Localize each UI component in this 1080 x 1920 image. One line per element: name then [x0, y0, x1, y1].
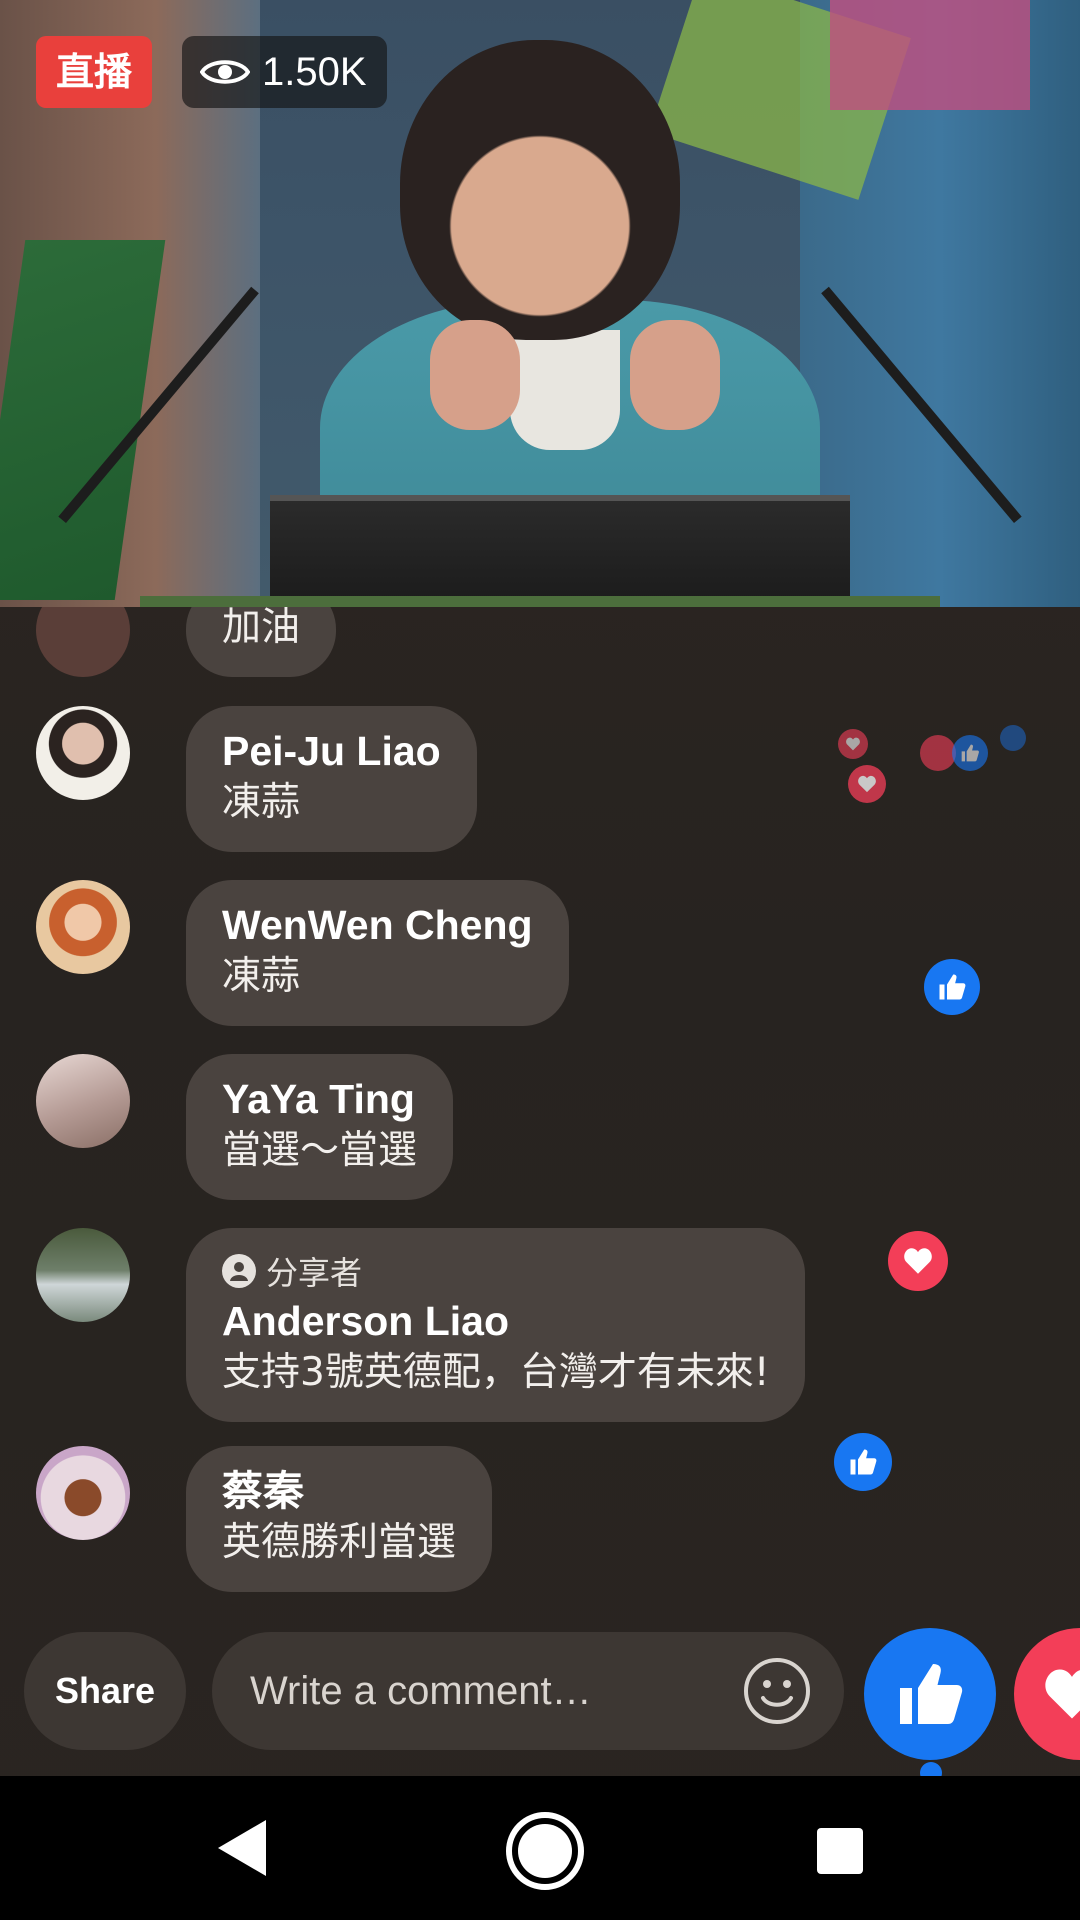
avatar[interactable]	[36, 706, 130, 800]
comment-item: Pei-Ju Liao 凍蒜	[36, 706, 477, 852]
comment-item: 蔡秦 英德勝利當選	[36, 1446, 493, 1592]
commenter-name[interactable]: YaYa Ting	[222, 1074, 417, 1124]
comment-bubble: 蔡秦 英德勝利當選	[186, 1446, 493, 1592]
eye-icon	[200, 60, 250, 84]
heart-reaction-icon	[888, 1231, 948, 1291]
comment-text: 凍蒜	[222, 780, 301, 825]
comment-feed[interactable]: 加油 Pei-Ju Liao 凍蒜 WenWen Cheng 凍蒜 YaYa T…	[0, 607, 1080, 1627]
sharer-label: 分享者	[266, 1254, 363, 1292]
back-icon[interactable]	[214, 1816, 270, 1880]
comment-bubble: WenWen Cheng 凍蒜	[186, 880, 569, 1026]
avatar[interactable]	[36, 1228, 130, 1322]
comment-text: 當選～當選	[222, 1128, 418, 1173]
recent-apps-icon[interactable]	[817, 1828, 863, 1874]
comment-text: 支持3號英德配，台灣才有未來!	[222, 1350, 770, 1395]
heart-reaction-icon	[920, 735, 956, 771]
heart-reaction-icon	[838, 729, 868, 759]
avatar[interactable]	[36, 880, 130, 974]
comment-item: WenWen Cheng 凍蒜	[36, 880, 569, 1026]
comment-item: 分享者 Anderson Liao 支持3號英德配，台灣才有未來!	[36, 1228, 806, 1422]
comment-text: 加油	[222, 607, 301, 650]
heart-reaction-icon	[848, 765, 886, 803]
comment-input[interactable]	[248, 1667, 692, 1715]
comment-bar: Share	[0, 1628, 1080, 1778]
share-button[interactable]: Share	[24, 1632, 186, 1750]
love-button[interactable]	[1014, 1628, 1080, 1760]
like-reaction-icon	[1000, 725, 1026, 751]
comment-item: 加油	[36, 607, 337, 677]
viewer-count: 1.50K	[262, 49, 367, 94]
system-navigation-bar	[0, 1776, 1080, 1920]
home-icon[interactable]	[506, 1812, 584, 1890]
like-reaction-icon	[924, 959, 980, 1015]
comment-item: YaYa Ting 當選～當選	[36, 1054, 454, 1200]
comment-bubble: 加油	[186, 607, 337, 677]
comment-bubble: Pei-Ju Liao 凍蒜	[186, 706, 477, 852]
live-video-player[interactable]: 直播 1.50K	[0, 0, 1080, 607]
like-button[interactable]	[864, 1628, 996, 1760]
commenter-name[interactable]: WenWen Cheng	[222, 900, 533, 950]
comment-text: 凍蒜	[222, 954, 301, 999]
avatar[interactable]	[36, 1054, 130, 1148]
commenter-name[interactable]: Pei-Ju Liao	[222, 726, 441, 776]
comment-field[interactable]	[212, 1632, 844, 1750]
comment-bubble: YaYa Ting 當選～當選	[186, 1054, 454, 1200]
commenter-name[interactable]: 蔡秦	[222, 1466, 456, 1516]
heart-icon	[1045, 1669, 1080, 1719]
emoji-icon[interactable]	[742, 1656, 812, 1726]
commenter-name[interactable]: Anderson Liao	[222, 1296, 769, 1346]
avatar[interactable]	[36, 607, 130, 677]
live-badge: 直播	[36, 36, 153, 108]
like-reaction-icon	[952, 735, 988, 771]
comment-text: 英德勝利當選	[222, 1520, 457, 1565]
podium	[270, 495, 850, 607]
like-reaction-icon	[834, 1433, 892, 1491]
live-video-screen: 直播 1.50K 加油 Pei-Ju Liao 凍蒜 WenWen Cheng …	[0, 0, 1080, 1920]
viewer-count-badge: 1.50K	[182, 36, 387, 108]
sharer-tag: 分享者	[222, 1248, 769, 1294]
avatar[interactable]	[36, 1446, 130, 1540]
person-icon	[222, 1254, 256, 1288]
thumbs-up-icon	[900, 1664, 963, 1724]
comment-bubble: 分享者 Anderson Liao 支持3號英德配，台灣才有未來!	[186, 1228, 806, 1422]
